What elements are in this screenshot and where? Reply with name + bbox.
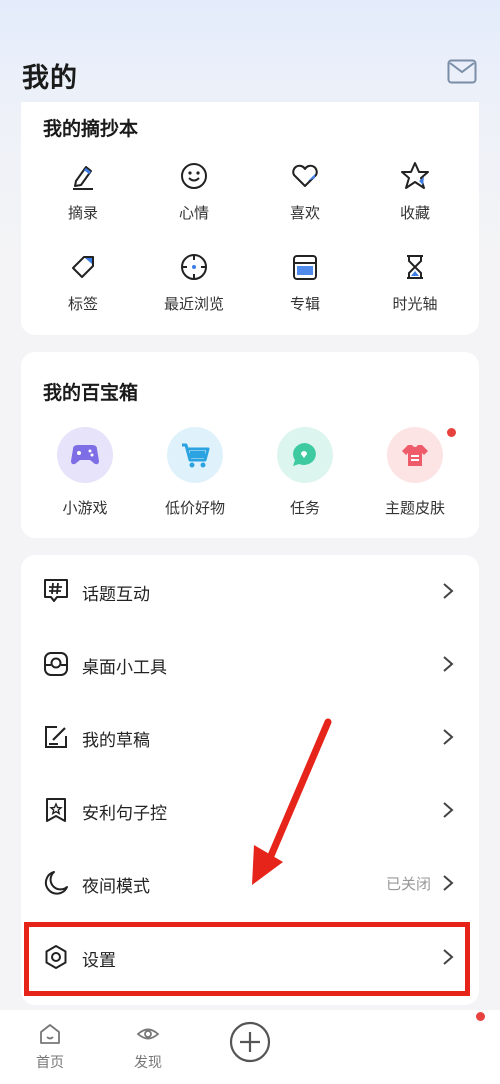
- tasks-circle: [277, 427, 333, 483]
- notebook-item-label: 心情: [178, 204, 209, 222]
- tab-label: 发现: [134, 1055, 162, 1071]
- tab-label: 首页: [36, 1055, 64, 1071]
- notebook-item-tag[interactable]: 标签: [33, 250, 133, 314]
- notebook-item-label: 摘录: [67, 204, 98, 222]
- toolbox-item-label: 低价好物: [164, 499, 225, 517]
- toolbox-item-label: 小游戏: [62, 499, 108, 517]
- menu-row-night-mode[interactable]: 夜间模式 已关闭: [21, 853, 479, 913]
- toolbox-item-themes[interactable]: 主题皮肤: [360, 427, 470, 518]
- notebook-item-label: 收藏: [399, 204, 430, 222]
- chevron-right-icon: [443, 729, 454, 745]
- chevron-right-icon: [443, 875, 454, 891]
- hourglass-icon: [407, 255, 423, 279]
- menu-row-label: 桌面小工具: [82, 658, 167, 678]
- notebook-item-album[interactable]: 专辑: [255, 250, 355, 314]
- night-mode-status: 已关闭: [385, 875, 431, 893]
- deals-circle: [167, 427, 223, 483]
- menu-row-label: 话题互动: [82, 585, 150, 605]
- notebook-item-label: 喜欢: [289, 204, 320, 222]
- chevron-right-icon: [443, 802, 454, 818]
- menu-row-drafts[interactable]: 我的草稿: [21, 707, 479, 767]
- chat-bubble-icon: [293, 443, 316, 466]
- menu-row-label: 我的草稿: [82, 731, 150, 751]
- menu-row-widgets[interactable]: 桌面小工具: [21, 634, 479, 694]
- toolbox-card: 我的百宝箱 小游戏 低价好物 任务 主题皮肤: [21, 352, 479, 538]
- toolbox-item-tasks[interactable]: 任务: [250, 427, 360, 518]
- notebook-item-timeline[interactable]: 时光轴: [365, 250, 465, 314]
- themes-badge-dot: [447, 428, 456, 437]
- games-circle: [57, 427, 113, 483]
- notification-dot: [476, 1012, 485, 1021]
- header: 我的: [0, 0, 500, 100]
- heart-icon: [292, 164, 318, 187]
- notebook-item-label: 标签: [67, 295, 98, 313]
- tab-discover[interactable]: 发现: [118, 1022, 178, 1072]
- toolbox-item-label: 任务: [289, 499, 320, 517]
- home-icon: [40, 1024, 60, 1044]
- menu-row-topics[interactable]: 话题互动: [21, 561, 479, 621]
- widget-icon: [44, 652, 68, 676]
- album-icon: [293, 255, 317, 280]
- pencil-icon: [73, 166, 93, 190]
- themes-circle: [387, 427, 443, 483]
- star-icon: [401, 162, 429, 189]
- tag-icon: [72, 256, 94, 278]
- settings-highlight-box: [24, 922, 470, 996]
- toolbox-title: 我的百宝箱: [43, 382, 139, 404]
- menu-row-recommend[interactable]: 安利句子控: [21, 780, 479, 840]
- notebook-item-label: 时光轴: [392, 295, 438, 313]
- notebook-item-excerpt[interactable]: 摘录: [33, 159, 133, 223]
- notebook-item-label: 最近浏览: [163, 295, 224, 313]
- moon-icon: [44, 871, 68, 895]
- chevron-right-icon: [443, 583, 454, 599]
- toolbox-item-label: 主题皮肤: [384, 499, 445, 517]
- smile-icon: [181, 163, 207, 189]
- notebook-item-mood[interactable]: 心情: [144, 159, 244, 223]
- page-title: 我的: [22, 63, 78, 94]
- hashtag-icon: [44, 579, 68, 602]
- compass-icon: [181, 254, 207, 280]
- notebook-item-label: 专辑: [289, 295, 320, 313]
- menu-row-label: 安利句子控: [82, 804, 167, 824]
- mail-icon[interactable]: [447, 59, 477, 84]
- notebook-item-recent[interactable]: 最近浏览: [144, 250, 244, 314]
- gamepad-icon: [71, 445, 99, 465]
- notebook-item-collect[interactable]: 收藏: [365, 159, 465, 223]
- tshirt-icon: [402, 445, 428, 466]
- menu-row-label: 夜间模式: [82, 877, 150, 897]
- notebook-card: 我的摘抄本 摘录 心情 喜欢 收藏 标签 最近浏览 专辑 时光轴: [21, 102, 479, 335]
- tab-home[interactable]: 首页: [20, 1022, 80, 1072]
- chevron-right-icon: [443, 656, 454, 672]
- add-post-button[interactable]: [229, 1021, 271, 1063]
- toolbox-item-deals[interactable]: 低价好物: [140, 427, 250, 518]
- notebook-title: 我的摘抄本: [43, 118, 139, 140]
- bookmark-star-icon: [46, 798, 66, 822]
- toolbox-item-games[interactable]: 小游戏: [30, 427, 140, 518]
- cart-icon: [182, 443, 210, 468]
- draft-icon: [45, 726, 67, 748]
- eye-icon: [136, 1028, 160, 1040]
- notebook-item-like[interactable]: 喜欢: [255, 159, 355, 223]
